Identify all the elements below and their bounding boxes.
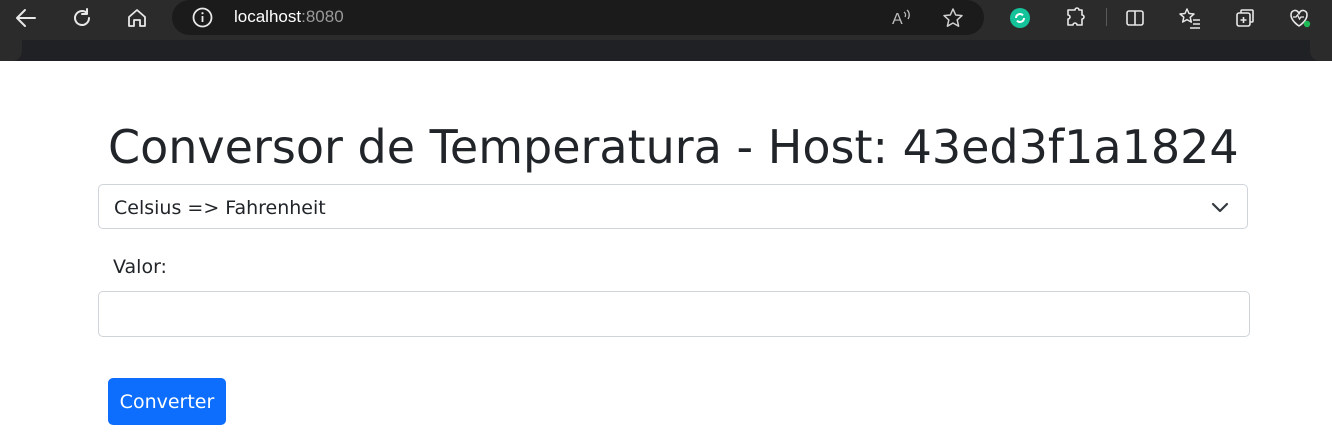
home-icon[interactable] <box>119 2 155 34</box>
favorites-list-icon[interactable] <box>1172 2 1208 34</box>
url-host: localhost <box>234 7 302 26</box>
extensions-puzzle-icon[interactable] <box>1057 2 1093 34</box>
read-aloud-icon[interactable]: A <box>884 2 920 34</box>
collections-icon[interactable] <box>1227 2 1263 34</box>
page-title: Conversor de Temperatura - Host: 43ed3f1… <box>108 120 1239 174</box>
browser-toolbar: localhost:8080 A <box>0 0 1332 40</box>
browser-essentials-icon[interactable] <box>1282 2 1318 34</box>
split-screen-icon[interactable] <box>1117 2 1153 34</box>
favorite-star-icon[interactable] <box>935 2 971 34</box>
url-text[interactable]: localhost:8080 <box>234 7 344 27</box>
conversion-select-value: Celsius => Fahrenheit <box>114 197 326 219</box>
chrome-corner-right <box>1310 40 1332 61</box>
url-port: :8080 <box>301 7 344 26</box>
chrome-corner-left <box>0 40 22 61</box>
chevron-down-icon <box>1211 200 1229 219</box>
value-label: Valor: <box>113 256 167 278</box>
read-aloud-glyph: A <box>892 11 903 28</box>
convert-button[interactable]: Converter <box>108 378 226 425</box>
value-input[interactable] <box>98 291 1250 337</box>
conversion-select[interactable]: Celsius => Fahrenheit <box>98 184 1248 229</box>
browser-tab-strip-bottom <box>0 40 1332 61</box>
address-bar[interactable]: localhost:8080 A <box>172 0 984 35</box>
extension-grammarly-icon[interactable] <box>1002 2 1038 34</box>
site-info-icon[interactable] <box>192 7 213 33</box>
back-icon[interactable] <box>8 2 44 34</box>
reload-icon[interactable] <box>64 2 100 34</box>
toolbar-separator <box>1106 8 1107 26</box>
